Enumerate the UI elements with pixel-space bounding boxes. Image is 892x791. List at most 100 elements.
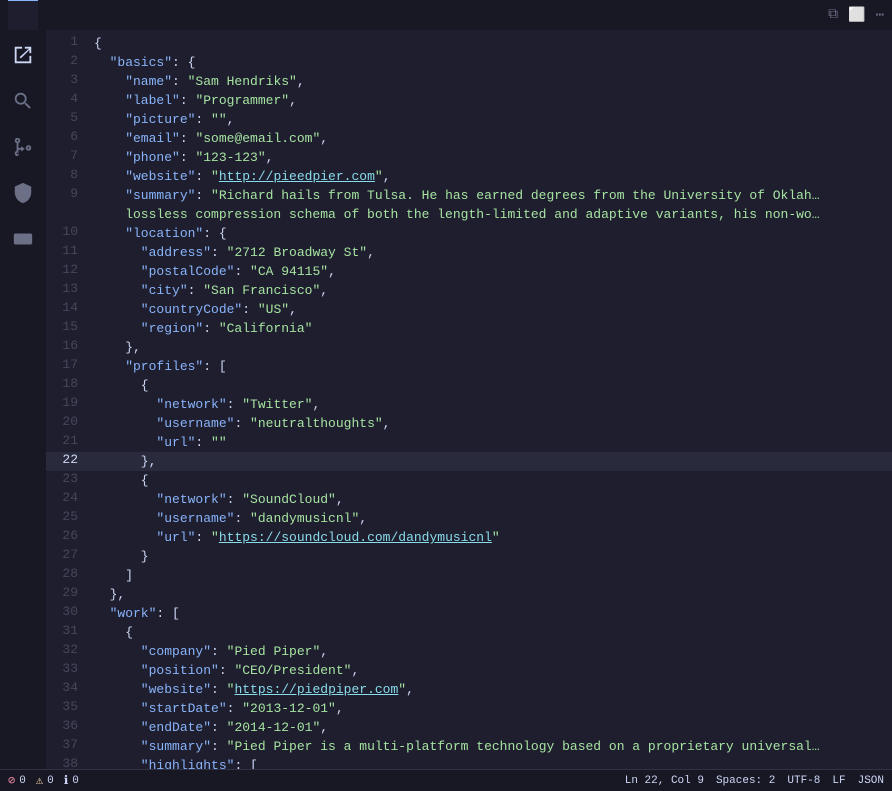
line-content: "website": "https://piedpiper.com",	[94, 680, 892, 699]
line-content: "location": {	[94, 224, 892, 243]
line-content: ]	[94, 566, 892, 585]
source-control-icon[interactable]	[6, 130, 40, 164]
line-content: {	[94, 623, 892, 642]
line-number: 21	[46, 433, 94, 448]
line-content: {	[94, 34, 892, 53]
line-content: "summary": "Pied Piper is a multi-platfo…	[94, 737, 892, 756]
line-number: 7	[46, 148, 94, 163]
table-row: 26 "url": "https://soundcloud.com/dandym…	[46, 528, 892, 547]
line-number: 3	[46, 72, 94, 87]
more-actions-icon[interactable]: ⋯	[876, 7, 884, 24]
line-number: 31	[46, 623, 94, 638]
table-row: 3 "name": "Sam Hendriks",	[46, 72, 892, 91]
line-content: "work": [	[94, 604, 892, 623]
language-mode[interactable]: JSON	[858, 775, 884, 787]
encoding[interactable]: UTF-8	[787, 775, 820, 787]
line-content: "countryCode": "US",	[94, 300, 892, 319]
line-number: 12	[46, 262, 94, 277]
error-icon: ⊘	[8, 773, 15, 788]
table-row: 13 "city": "San Francisco",	[46, 281, 892, 300]
status-errors[interactable]: ⊘ 0 ⚠ 0 ℹ 0	[8, 773, 79, 788]
line-number: 34	[46, 680, 94, 695]
table-row: 38 "highlights": [	[46, 756, 892, 769]
line-number: 8	[46, 167, 94, 182]
status-bar: ⊘ 0 ⚠ 0 ℹ 0 Ln 22, Col 9 Spaces: 2 UTF-8…	[0, 769, 892, 791]
split-editor-icon[interactable]: ⧉	[828, 7, 838, 23]
indent-size[interactable]: Spaces: 2	[716, 775, 775, 787]
table-row: 8 "website": "http://pieedpier.com",	[46, 167, 892, 186]
line-number: 27	[46, 547, 94, 562]
warning-count: 0	[47, 775, 54, 787]
table-row: 15 "region": "California"	[46, 319, 892, 338]
search-icon[interactable]	[6, 84, 40, 118]
line-number: 17	[46, 357, 94, 372]
main-layout: 1{2 "basics": {3 "name": "Sam Hendriks",…	[0, 30, 892, 769]
line-ending[interactable]: LF	[832, 775, 845, 787]
line-number: 24	[46, 490, 94, 505]
line-content: "username": "neutralthoughts",	[94, 414, 892, 433]
line-content: "email": "some@email.com",	[94, 129, 892, 148]
line-number: 13	[46, 281, 94, 296]
active-tab[interactable]	[8, 0, 38, 30]
activity-bar	[0, 30, 46, 769]
line-content: "highlights": [	[94, 756, 892, 769]
code-editor[interactable]: 1{2 "basics": {3 "name": "Sam Hendriks",…	[46, 30, 892, 769]
toggle-panel-icon[interactable]: ⬜	[848, 7, 865, 24]
line-number: 15	[46, 319, 94, 334]
table-row: 22 },	[46, 452, 892, 471]
explorer-icon[interactable]	[6, 38, 40, 72]
editor-area: 1{2 "basics": {3 "name": "Sam Hendriks",…	[46, 30, 892, 769]
cursor-position[interactable]: Ln 22, Col 9	[625, 775, 704, 787]
line-content: "company": "Pied Piper",	[94, 642, 892, 661]
line-content: "region": "California"	[94, 319, 892, 338]
error-count: 0	[19, 775, 26, 787]
table-row: lossless compression schema of both the …	[46, 205, 892, 224]
line-number: 18	[46, 376, 94, 391]
line-content: lossless compression schema of both the …	[94, 205, 892, 224]
table-row: 21 "url": ""	[46, 433, 892, 452]
table-row: 12 "postalCode": "CA 94115",	[46, 262, 892, 281]
line-number: 25	[46, 509, 94, 524]
line-content: "username": "dandymusicnl",	[94, 509, 892, 528]
remote-icon[interactable]	[6, 222, 40, 256]
line-number: 6	[46, 129, 94, 144]
line-content: {	[94, 471, 892, 490]
line-number: 32	[46, 642, 94, 657]
line-number: 35	[46, 699, 94, 714]
line-content: "website": "http://pieedpier.com",	[94, 167, 892, 186]
title-bar: ⧉ ⬜ ⋯	[0, 0, 892, 30]
line-content: "url": ""	[94, 433, 892, 452]
line-number: 14	[46, 300, 94, 315]
line-number: 28	[46, 566, 94, 581]
status-right: Ln 22, Col 9 Spaces: 2 UTF-8 LF JSON	[625, 775, 884, 787]
line-content: "url": "https://soundcloud.com/dandymusi…	[94, 528, 892, 547]
line-number: 5	[46, 110, 94, 125]
line-number: 30	[46, 604, 94, 619]
line-number: 26	[46, 528, 94, 543]
extensions-icon[interactable]	[6, 176, 40, 210]
table-row: 18 {	[46, 376, 892, 395]
title-bar-icons: ⧉ ⬜ ⋯	[828, 7, 884, 24]
line-number: 19	[46, 395, 94, 410]
table-row: 11 "address": "2712 Broadway St",	[46, 243, 892, 262]
table-row: 16 },	[46, 338, 892, 357]
line-content: "network": "SoundCloud",	[94, 490, 892, 509]
table-row: 29 },	[46, 585, 892, 604]
line-number: 23	[46, 471, 94, 486]
line-content: "basics": {	[94, 53, 892, 72]
table-row: 9 "summary": "Richard hails from Tulsa. …	[46, 186, 892, 205]
line-content: "label": "Programmer",	[94, 91, 892, 110]
tab-bar	[8, 0, 828, 30]
table-row: 33 "position": "CEO/President",	[46, 661, 892, 680]
line-content: },	[94, 338, 892, 357]
info-count: 0	[72, 775, 79, 787]
table-row: 10 "location": {	[46, 224, 892, 243]
line-number: 11	[46, 243, 94, 258]
table-row: 6 "email": "some@email.com",	[46, 129, 892, 148]
table-row: 27 }	[46, 547, 892, 566]
line-content: "summary": "Richard hails from Tulsa. He…	[94, 186, 892, 205]
table-row: 1{	[46, 34, 892, 53]
line-content: "city": "San Francisco",	[94, 281, 892, 300]
table-row: 30 "work": [	[46, 604, 892, 623]
line-number: 38	[46, 756, 94, 769]
